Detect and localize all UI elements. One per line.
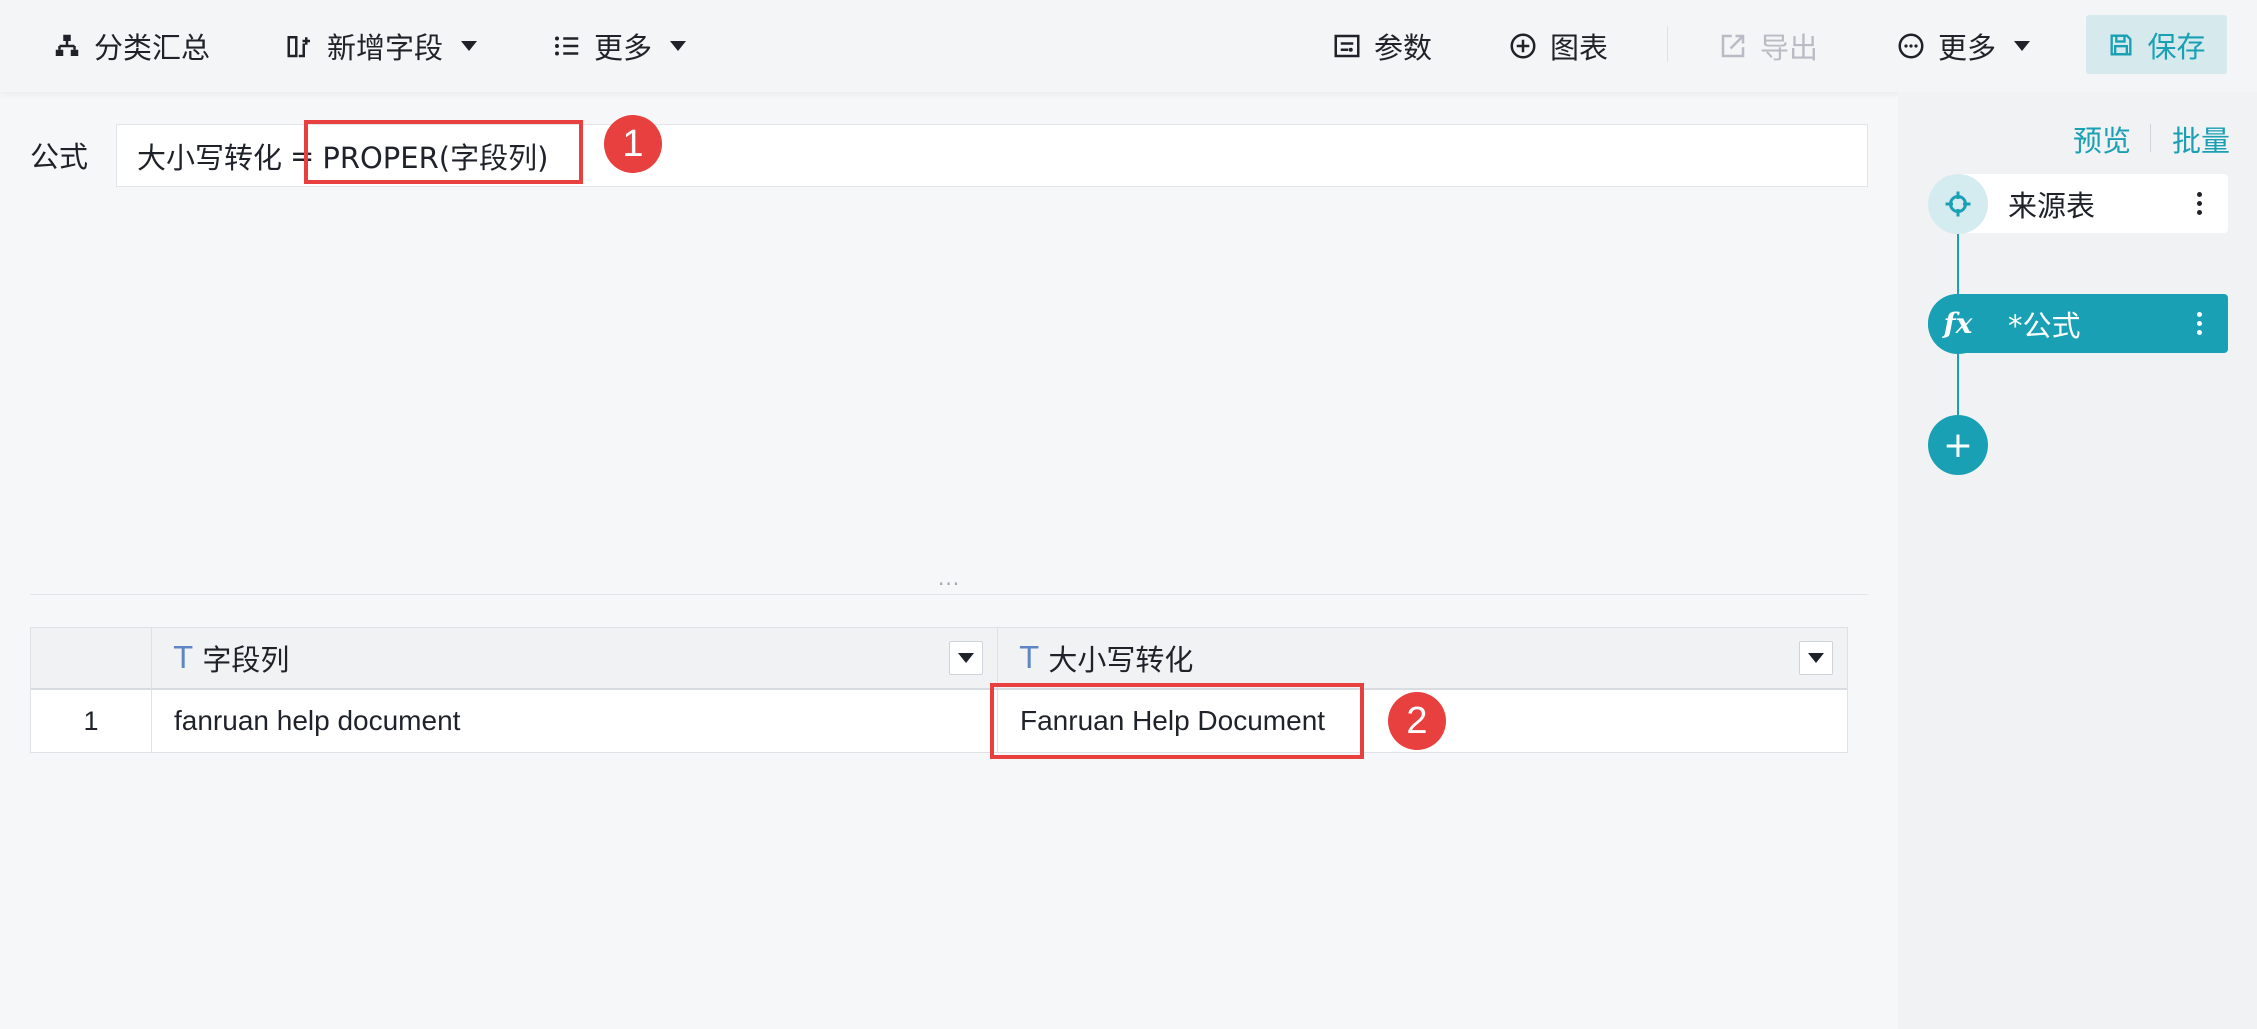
column-dropdown-button[interactable]: [949, 641, 983, 675]
more-left-label: 更多: [594, 31, 653, 65]
export-icon: [1721, 34, 1745, 58]
fx-icon: fx: [1928, 293, 1988, 354]
save-icon: [2110, 34, 2132, 55]
crosshair-icon: [1928, 173, 1988, 234]
header-column-field[interactable]: T 字段列: [152, 628, 998, 688]
header-column-case[interactable]: T 大小写转化: [998, 628, 1847, 688]
splitter-handle[interactable]: ...: [938, 566, 960, 590]
add-step-button[interactable]: +: [1928, 415, 1988, 475]
export-button[interactable]: 导出: [1718, 0, 1818, 92]
table-row: 1 fanruan help document Fanruan Help Doc…: [31, 690, 1847, 752]
add-field-button[interactable]: 新增字段: [285, 0, 478, 92]
formula-label: 公式: [30, 140, 89, 174]
more-menu-right[interactable]: 更多: [1896, 0, 2031, 92]
header-index-cell: [31, 628, 152, 688]
annotation-badge-1: 1: [604, 115, 662, 173]
text-type-icon: T: [174, 640, 193, 676]
group-summary-button[interactable]: 分类汇总: [52, 0, 210, 92]
kebab-menu-icon[interactable]: [2184, 312, 2214, 335]
flow-connector: [1957, 353, 1959, 415]
toolbar-divider: [1667, 26, 1668, 62]
export-label: 导出: [1760, 31, 1819, 65]
params-button[interactable]: 参数: [1332, 0, 1432, 92]
more-menu-left[interactable]: 更多: [552, 0, 687, 92]
hierarchy-icon: [55, 34, 79, 56]
table-cell: fanruan help document: [152, 690, 998, 752]
list-icon: [555, 36, 579, 56]
formula-field-name: 大小写转化: [137, 140, 283, 175]
params-icon: [1334, 34, 1360, 58]
add-field-label: 新增字段: [327, 31, 444, 65]
chevron-down-icon: [461, 41, 478, 51]
chevron-down-icon: [670, 41, 687, 51]
preview-table: T 字段列 T 大小写转化 1 fanruan help document Fa…: [30, 627, 1848, 753]
flow-step-formula[interactable]: fx *公式: [1928, 293, 2228, 354]
chevron-down-icon: [2014, 41, 2031, 51]
link-separator: [2150, 124, 2151, 152]
flow-step-source-table[interactable]: 来源表: [1928, 173, 2228, 234]
column-name: 字段列: [202, 643, 290, 677]
save-label: 保存: [2147, 29, 2206, 64]
flow-connector: [1957, 234, 1959, 294]
flow-step-label: *公式: [2008, 308, 2081, 343]
column-name: 大小写转化: [1048, 643, 1194, 677]
toolbar: 分类汇总 新增字段 更多 参数 图表 导出 更多 保存: [0, 0, 2257, 92]
column-dropdown-button[interactable]: [1799, 641, 1833, 675]
highlight-box-expression: [304, 120, 583, 184]
more-circle-icon: [1898, 33, 1924, 59]
highlight-box-result: [990, 683, 1364, 759]
row-index: 1: [31, 690, 152, 752]
annotation-badge-2: 2: [1388, 692, 1446, 750]
chart-label: 图表: [1550, 31, 1609, 65]
batch-link[interactable]: 批量: [2172, 118, 2230, 160]
more-right-label: 更多: [1938, 31, 1997, 65]
group-summary-label: 分类汇总: [94, 31, 211, 65]
table-header: T 字段列 T 大小写转化: [31, 628, 1847, 690]
add-column-icon: [287, 36, 310, 58]
params-label: 参数: [1374, 31, 1433, 65]
splitter-line: [30, 594, 1868, 595]
flow-step-label: 来源表: [2008, 188, 2096, 223]
text-type-icon: T: [1020, 640, 1039, 676]
save-button[interactable]: 保存: [2086, 15, 2227, 74]
preview-link[interactable]: 预览: [2073, 118, 2131, 160]
chart-button[interactable]: 图表: [1508, 0, 1608, 92]
kebab-menu-icon[interactable]: [2184, 192, 2214, 215]
plus-circle-icon: [1510, 33, 1536, 59]
